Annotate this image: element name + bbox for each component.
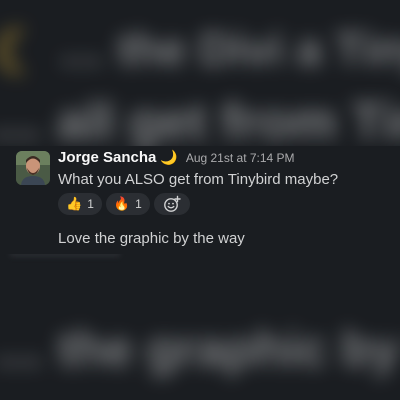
- blurred-next-text: … the graphic by the way: [0, 321, 400, 377]
- author-name[interactable]: Jorge Sancha: [58, 149, 156, 166]
- add-reaction-button[interactable]: [153, 193, 190, 215]
- add-emoji-icon: [163, 195, 181, 212]
- blurred-previous-text: … all get from Tinybi: [0, 93, 400, 151]
- moon-icon: 🌙: [160, 149, 178, 165]
- thumbs-up-icon: 👍: [66, 196, 83, 211]
- message-item[interactable]: Jorge Sancha 🌙 Aug 21st at 7:14 PM What …: [0, 146, 400, 254]
- avatar-photo: [16, 151, 50, 185]
- message-header: Jorge Sancha 🌙 Aug 21st at 7:14 PM: [58, 149, 295, 166]
- message-timestamp[interactable]: Aug 21st at 7:14 PM: [186, 151, 295, 165]
- avatar[interactable]: [16, 151, 50, 185]
- blurred-previous-message: ☾ … the Divi a Tiny: [0, 18, 400, 88]
- blurred-top-text: … the Divi a Tiny: [58, 23, 400, 76]
- reactions-bar: 👍 1 🔥 1: [58, 193, 190, 215]
- reaction-count: 1: [135, 197, 142, 211]
- reaction-fire[interactable]: 🔥 1: [105, 193, 150, 215]
- reaction-thumbs-up[interactable]: 👍 1: [58, 193, 102, 215]
- fire-icon: 🔥: [113, 196, 131, 211]
- message-text: What you ALSO get from Tinybird maybe?: [58, 171, 339, 188]
- follow-up-message-text: Love the graphic by the way: [58, 230, 245, 247]
- moon-icon: ☾: [0, 19, 46, 86]
- chat-view: ☾ … the Divi a Tiny … all get from Tinyb…: [0, 0, 400, 400]
- reaction-count: 1: [87, 197, 94, 211]
